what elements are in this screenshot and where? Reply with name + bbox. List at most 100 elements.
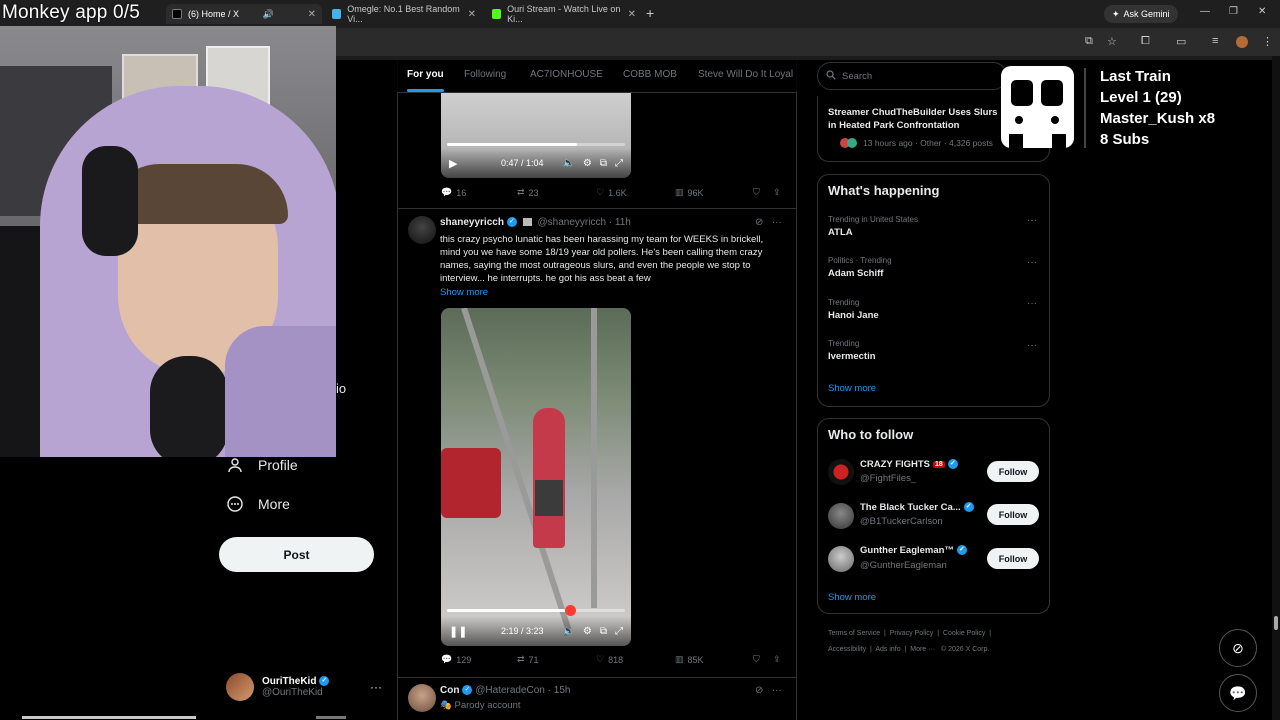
speaker-icon[interactable]: 🔊	[263, 9, 274, 20]
views-button[interactable]: ▥ 85K	[675, 654, 704, 665]
tab-for-you[interactable]: For you	[407, 69, 444, 80]
tab-cobb-mob[interactable]: COBB MOB	[623, 69, 677, 80]
repost-button[interactable]: ⇄ 71	[517, 654, 539, 665]
pause-icon[interactable]: ❚❚	[449, 625, 467, 638]
tab-kick[interactable]: Ouri Stream - Watch Live on Ki... ✕	[486, 4, 642, 24]
tweet-age[interactable]: 11h	[615, 217, 631, 228]
avatar[interactable]	[828, 546, 854, 572]
repost-button[interactable]: ⇄ 23	[517, 187, 539, 198]
new-tab-button[interactable]: +	[646, 5, 654, 21]
maximize-button[interactable]: ❐	[1229, 6, 1238, 17]
bookmark-star-icon[interactable]: ☆	[1107, 35, 1117, 48]
trend-name[interactable]: Hanoi Jane	[828, 310, 879, 321]
bookmark-icon[interactable]: ⛉	[753, 187, 760, 198]
footer-link[interactable]: More ···	[910, 646, 935, 653]
play-icon[interactable]: ▶	[449, 157, 457, 170]
trends-show-more[interactable]: Show more	[828, 383, 876, 394]
trend-more-icon[interactable]: ···	[1027, 257, 1037, 268]
close-tab-icon[interactable]: ✕	[308, 9, 316, 20]
trend-name[interactable]: Adam Schiff	[828, 268, 883, 279]
post-button[interactable]: Post	[219, 537, 374, 572]
share-icon[interactable]: ⇪	[773, 654, 781, 665]
grok-button[interactable]: ⊘	[1219, 629, 1257, 667]
follow-show-more[interactable]: Show more	[828, 592, 876, 603]
follow-button[interactable]: Follow	[987, 504, 1039, 525]
ask-gemini-button[interactable]: ✦ Ask Gemini	[1104, 5, 1178, 23]
reply-button[interactable]: 💬 129	[441, 654, 471, 665]
follow-button[interactable]: Follow	[987, 548, 1039, 569]
tweet-more-icon[interactable]: ···	[772, 685, 782, 696]
share-icon[interactable]: ⇪	[773, 187, 781, 198]
cast-icon[interactable]: ⧉	[1085, 35, 1093, 48]
close-tab-icon[interactable]: ✕	[468, 9, 476, 20]
tweet-video[interactable]: ▶ 0:47 / 1:04 🔈 ⚙ ⧉ ⤢	[441, 93, 631, 178]
search-input[interactable]: Search	[817, 62, 1007, 90]
fullscreen-icon[interactable]: ⤢	[615, 626, 623, 637]
follow-button[interactable]: Follow	[987, 461, 1039, 482]
reply-button[interactable]: 💬 16	[441, 187, 466, 198]
suggested-account-name[interactable]: The Black Tucker Ca... ✓	[860, 502, 974, 513]
tweet-author-name[interactable]: shaneyyricch	[440, 217, 504, 228]
menu-kebab-icon[interactable]: ⋮	[1262, 35, 1273, 48]
tab-omegle[interactable]: Omegle: No.1 Best Random Vi... ✕	[326, 4, 482, 24]
footer-link[interactable]: Privacy Policy	[890, 630, 934, 637]
volume-icon[interactable]: 🔈	[562, 626, 574, 637]
pip-icon[interactable]: ⧉	[600, 158, 607, 169]
news-title[interactable]: Streamer ChudTheBuilder Uses Slurs in He…	[828, 106, 1008, 132]
footer-link[interactable]: Accessibility	[828, 646, 866, 653]
trend-more-icon[interactable]: ···	[1027, 215, 1037, 226]
tab-following[interactable]: Following	[464, 69, 506, 80]
like-button[interactable]: ♡ 1.6K	[596, 187, 627, 198]
views-button[interactable]: ▥ 96K	[675, 187, 704, 198]
sidebar-icon[interactable]: ▭	[1176, 35, 1186, 48]
grok-icon[interactable]: ⊘	[755, 685, 763, 696]
volume-icon[interactable]: 🔈	[562, 158, 574, 169]
settings-icon[interactable]: ⚙	[583, 158, 592, 169]
tweet-author-handle[interactable]: @HateradeCon	[475, 685, 545, 696]
footer-link[interactable]: Ads info	[875, 646, 900, 653]
trend-more-icon[interactable]: ···	[1027, 298, 1037, 309]
tweet-author-name[interactable]: Con	[440, 685, 459, 696]
tab-ac7ionhouse[interactable]: AC7IONHOUSE	[530, 69, 603, 80]
suggested-account-handle[interactable]: @FightFiles_	[860, 473, 916, 484]
messages-button[interactable]: 💬	[1219, 674, 1257, 712]
video-scrubber-handle[interactable]	[564, 605, 576, 616]
tab-x-home[interactable]: (6) Home / X 🔊 ✕	[166, 4, 322, 24]
profile-avatar-icon[interactable]	[1236, 36, 1248, 48]
suggested-account-name[interactable]: CRAZY FIGHTS 18 ✓	[860, 459, 958, 470]
page-scrollbar[interactable]	[1272, 56, 1280, 720]
tweet-author-handle[interactable]: @shaneyyricch	[538, 217, 607, 228]
video-progress-bar[interactable]	[447, 143, 625, 146]
avatar[interactable]	[408, 216, 436, 244]
extensions-icon[interactable]: ⧠	[1141, 35, 1150, 48]
avatar[interactable]	[828, 459, 854, 485]
settings-icon[interactable]: ⚙	[583, 626, 592, 637]
tab-steve-will-do-it-loyal[interactable]: Steve Will Do It Loyal	[698, 69, 793, 80]
fullscreen-icon[interactable]: ⤢	[615, 158, 623, 169]
reading-list-icon[interactable]: ≡	[1212, 35, 1218, 47]
video-progress-bar[interactable]	[447, 605, 625, 616]
grok-icon[interactable]: ⊘	[755, 217, 763, 228]
account-more-icon[interactable]: ···	[370, 680, 382, 694]
account-switcher[interactable]: OuriTheKid ✓ @OuriTheKid	[226, 673, 330, 701]
close-window-button[interactable]: ✕	[1258, 6, 1266, 17]
horizontal-scrollbar-thumb[interactable]	[316, 716, 346, 719]
nav-item-more[interactable]: More	[226, 495, 290, 513]
like-button[interactable]: ♡ 818	[596, 654, 623, 665]
bookmark-icon[interactable]: ⛉	[753, 654, 760, 665]
scrollbar-thumb[interactable]	[1274, 616, 1278, 630]
footer-link[interactable]: Cookie Policy	[943, 630, 985, 637]
horizontal-scrollbar[interactable]	[22, 716, 196, 719]
pip-icon[interactable]: ⧉	[600, 626, 607, 637]
suggested-account-handle[interactable]: @B1TuckerCarlson	[860, 516, 943, 527]
avatar[interactable]	[828, 503, 854, 529]
minimize-button[interactable]: —	[1200, 6, 1210, 17]
trend-more-icon[interactable]: ···	[1027, 340, 1037, 351]
tweet-video[interactable]: ❚❚ 2:19 / 3:23 🔈 ⚙ ⧉ ⤢	[441, 308, 631, 646]
show-more-link[interactable]: Show more	[440, 287, 488, 298]
tweet-age[interactable]: 15h	[554, 685, 571, 696]
tweet-more-icon[interactable]: ···	[772, 217, 782, 228]
avatar[interactable]	[408, 684, 436, 712]
trend-name[interactable]: ATLA	[828, 227, 853, 238]
close-tab-icon[interactable]: ✕	[628, 9, 636, 20]
